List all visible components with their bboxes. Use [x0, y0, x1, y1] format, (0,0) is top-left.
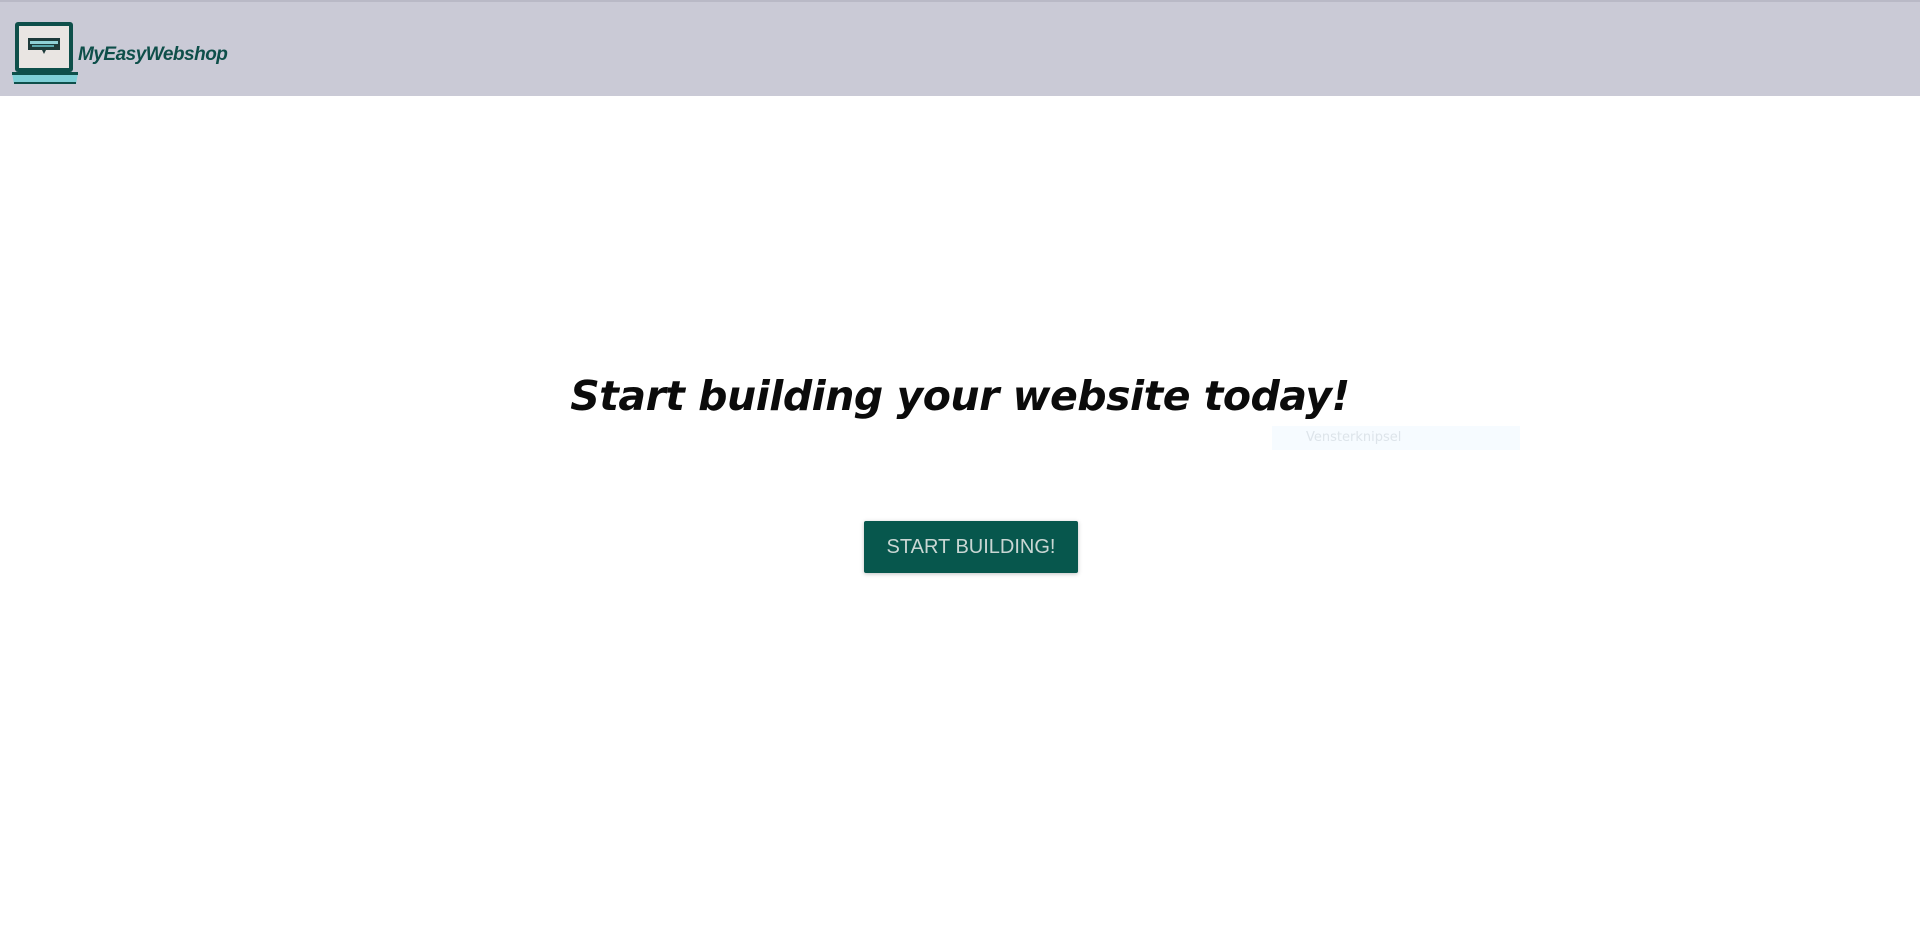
laptop-logo-icon	[12, 22, 78, 84]
start-building-button[interactable]: START BUILDING!	[864, 521, 1078, 573]
logo-link[interactable]: MyEasyWebshop	[12, 20, 228, 86]
logo-text: MyEasyWebshop	[78, 44, 228, 65]
hero-title: Start building your website today!	[570, 372, 1350, 420]
site-header: MyEasyWebshop	[0, 0, 1920, 96]
window-snip-tooltip: Vensterknipsel	[1272, 426, 1520, 450]
